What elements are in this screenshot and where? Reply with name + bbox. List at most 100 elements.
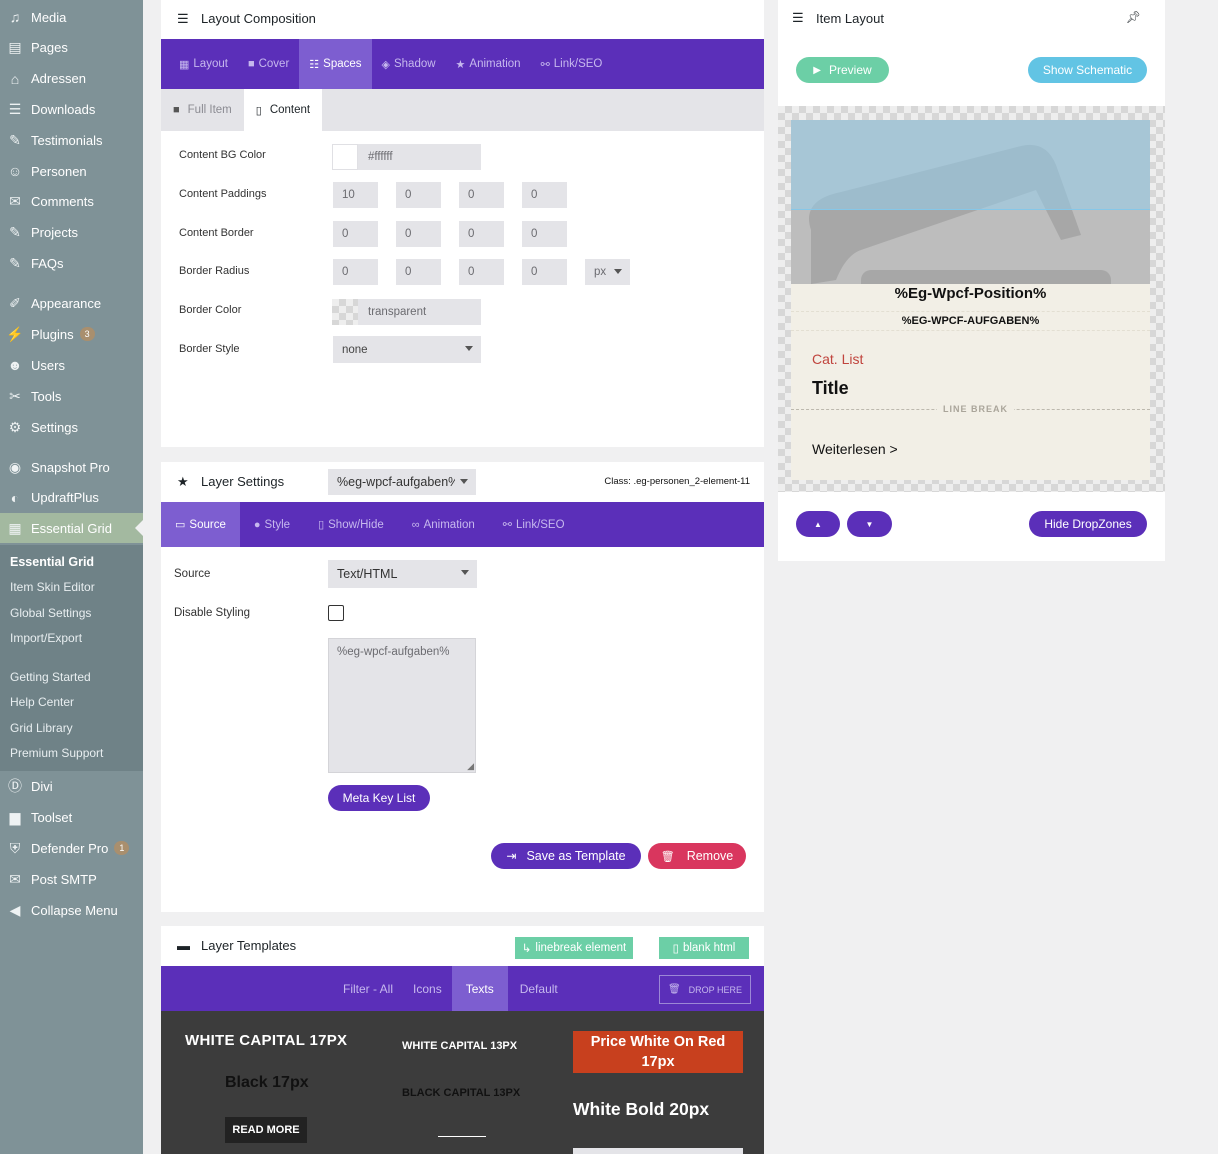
border-top-input[interactable]: 0 bbox=[333, 221, 378, 247]
transparent-swatch[interactable] bbox=[332, 299, 358, 325]
tab-animation[interactable]: ★ Animation bbox=[446, 39, 531, 89]
sidebar-item-testimonials[interactable]: ✎ Testimonials bbox=[0, 125, 143, 155]
sidebar-item-tools[interactable]: ✂ Tools bbox=[0, 381, 143, 411]
radius-tr-input[interactable]: 0 bbox=[396, 259, 441, 285]
content-bg-color-field[interactable]: #ffffff bbox=[332, 144, 481, 170]
preview-button[interactable]: ▶ Preview bbox=[796, 57, 889, 83]
sidebar-item-downloads[interactable]: ☰ Downloads bbox=[0, 94, 143, 124]
sidebar-item-pages[interactable]: ▤ Pages bbox=[0, 33, 143, 63]
aufgaben-element[interactable]: %EG-WPCF-AUFGABEN% bbox=[791, 311, 1150, 331]
submenu-item-grid-library[interactable]: Grid Library bbox=[10, 721, 73, 735]
border-left-input[interactable]: 0 bbox=[522, 221, 567, 247]
title-element[interactable]: Title bbox=[812, 378, 849, 399]
sidebar-item-comments[interactable]: ✉ Comments bbox=[0, 187, 143, 217]
tab-shadow[interactable]: ◈ Shadow bbox=[372, 39, 446, 89]
filter-all[interactable]: Filter - All bbox=[333, 966, 403, 1011]
sidebar-item-essential-grid[interactable]: ▦ Essential Grid bbox=[0, 513, 143, 544]
sidebar-item-post-smtp[interactable]: ✉ Post SMTP bbox=[0, 864, 143, 894]
border-color-field[interactable]: transparent bbox=[332, 299, 481, 325]
sidebar-item-appearance[interactable]: ✐ Appearance bbox=[0, 288, 143, 318]
sidebar-item-adressen[interactable]: ⌂ Adressen bbox=[0, 64, 143, 94]
filter-default[interactable]: Default bbox=[508, 966, 570, 1011]
sidebar-item-plugins[interactable]: ⚡ Plugins 3 bbox=[0, 319, 143, 349]
tab-show-hide[interactable]: ▯ Show/Hide bbox=[304, 502, 398, 547]
move-down-button[interactable]: ▼ bbox=[847, 511, 892, 537]
tab-spaces[interactable]: ☷ Spaces bbox=[299, 39, 372, 89]
border-style-select[interactable]: none bbox=[333, 336, 481, 363]
submenu-item-help-center[interactable]: Help Center bbox=[10, 695, 74, 709]
source-select[interactable]: Text/HTML bbox=[328, 560, 477, 588]
layer-select[interactable]: %eg-wpcf-aufgaben% bbox=[328, 469, 476, 495]
submenu-item-item-skin-editor[interactable]: Item Skin Editor bbox=[10, 580, 95, 594]
sidebar-item-updraftplus[interactable]: ◐ UpdraftPlus bbox=[0, 483, 143, 513]
meta-key-list-button[interactable]: Meta Key List bbox=[328, 785, 430, 811]
sidebar-item-settings[interactable]: ⚙ Settings bbox=[0, 412, 143, 442]
border-bottom-input[interactable]: 0 bbox=[459, 221, 504, 247]
hide-dropzones-button[interactable]: Hide DropZones bbox=[1029, 511, 1147, 537]
drop-here-zone[interactable]: 🗑︎ DROP HERE bbox=[659, 975, 751, 1004]
template-black-17[interactable]: Black 17px bbox=[225, 1074, 309, 1092]
essential-grid-submenu: Essential Grid Item Skin Editor Global Set… bbox=[0, 545, 143, 771]
sidebar-item-defender-pro[interactable]: ⛨ Defender Pro 1 bbox=[0, 833, 143, 863]
template-read-more[interactable]: READ MORE bbox=[225, 1117, 307, 1143]
template-white-capital-13[interactable]: WHITE CAPITAL 13PX bbox=[402, 1040, 517, 1052]
source-textarea[interactable]: %eg-wpcf-aufgaben% ◢ bbox=[328, 638, 476, 773]
infinity-icon: ∞ bbox=[411, 518, 420, 531]
template-gray-box[interactable] bbox=[573, 1148, 743, 1154]
move-up-button[interactable]: ▲ bbox=[796, 511, 840, 537]
radius-bl-input[interactable]: 0 bbox=[522, 259, 567, 285]
tab-link-seo[interactable]: ⚯ Link/SEO bbox=[531, 39, 613, 89]
radius-unit-select[interactable]: px bbox=[585, 259, 630, 285]
remove-button[interactable]: 🗑︎ Remove bbox=[648, 843, 746, 869]
subtab-content[interactable]: ▯ Content bbox=[243, 89, 323, 131]
sidebar-item-divi[interactable]: Ⓓ Divi bbox=[0, 771, 143, 801]
sidebar-item-personen[interactable]: ☺ Personen bbox=[0, 156, 143, 186]
save-as-template-button[interactable]: ⇥ Save as Template bbox=[491, 843, 641, 869]
sidebar-item-toolset[interactable]: ▆ Toolset bbox=[0, 802, 143, 832]
sidebar-item-users[interactable]: ☻ Users bbox=[0, 350, 143, 380]
sidebar-item-collapse-menu[interactable]: ◀ Collapse Menu bbox=[0, 895, 143, 925]
position-element[interactable]: %Eg-Wpcf-Position% bbox=[791, 284, 1150, 306]
tab-cover[interactable]: ■ Cover bbox=[238, 39, 299, 89]
blank-html-button[interactable]: ▯ blank html bbox=[659, 937, 749, 959]
template-black-capital-13[interactable]: BLACK CAPITAL 13PX bbox=[402, 1087, 520, 1099]
cat-list-element[interactable]: Cat. List bbox=[812, 351, 863, 367]
tab-layout[interactable]: ▦ Layout bbox=[169, 39, 238, 89]
folder-icon: ▬ bbox=[177, 937, 190, 953]
padding-top-input[interactable]: 10 bbox=[333, 182, 378, 208]
tab-source[interactable]: ▭ Source bbox=[161, 502, 240, 547]
submenu-item-import-export[interactable]: Import/Export bbox=[10, 631, 82, 645]
submenu-item-premium-support[interactable]: Premium Support bbox=[10, 746, 103, 760]
submenu-item-essential-grid[interactable]: Essential Grid bbox=[10, 555, 94, 569]
sidebar-item-media[interactable]: ♫ Media bbox=[0, 2, 143, 32]
template-divider[interactable] bbox=[438, 1136, 486, 1137]
tab-style[interactable]: ● Style bbox=[240, 502, 304, 547]
radius-tl-input[interactable]: 0 bbox=[333, 259, 378, 285]
linebreak-element-button[interactable]: ↳ linebreak element bbox=[515, 937, 633, 959]
filter-texts[interactable]: Texts bbox=[451, 966, 508, 1011]
template-white-bold-20[interactable]: White Bold 20px bbox=[573, 1099, 709, 1120]
radius-br-input[interactable]: 0 bbox=[459, 259, 504, 285]
padding-bottom-input[interactable]: 0 bbox=[459, 182, 504, 208]
tab-link-seo[interactable]: ⚯ Link/SEO bbox=[489, 502, 579, 547]
show-schematic-button[interactable]: Show Schematic bbox=[1028, 57, 1147, 83]
border-right-input[interactable]: 0 bbox=[396, 221, 441, 247]
submenu-item-global-settings[interactable]: Global Settings bbox=[10, 606, 91, 620]
color-swatch[interactable] bbox=[332, 144, 358, 170]
tab-animation[interactable]: ∞ Animation bbox=[398, 502, 489, 547]
filter-icons[interactable]: Icons bbox=[403, 966, 452, 1011]
pin-icon[interactable]: 📌︎ bbox=[1126, 10, 1141, 24]
padding-right-input[interactable]: 0 bbox=[396, 182, 441, 208]
sidebar-item-label: Media bbox=[31, 9, 67, 25]
sidebar-item-snapshot-pro[interactable]: ◉ Snapshot Pro bbox=[0, 452, 143, 482]
resize-handle-icon[interactable]: ◢ bbox=[467, 761, 474, 772]
sidebar-item-faqs[interactable]: ✎ FAQs bbox=[0, 248, 143, 278]
weiterlesen-link[interactable]: Weiterlesen > bbox=[812, 441, 898, 457]
padding-left-input[interactable]: 0 bbox=[522, 182, 567, 208]
sidebar-item-projects[interactable]: ✎ Projects bbox=[0, 218, 143, 248]
submenu-item-getting-started[interactable]: Getting Started bbox=[10, 670, 91, 684]
subtab-full-item[interactable]: ■ Full Item bbox=[161, 89, 244, 131]
template-white-capital-17[interactable]: WHITE CAPITAL 17PX bbox=[185, 1032, 347, 1049]
template-price-white-on-red[interactable]: Price White On Red 17px bbox=[573, 1031, 743, 1073]
disable-styling-checkbox[interactable] bbox=[328, 605, 344, 621]
